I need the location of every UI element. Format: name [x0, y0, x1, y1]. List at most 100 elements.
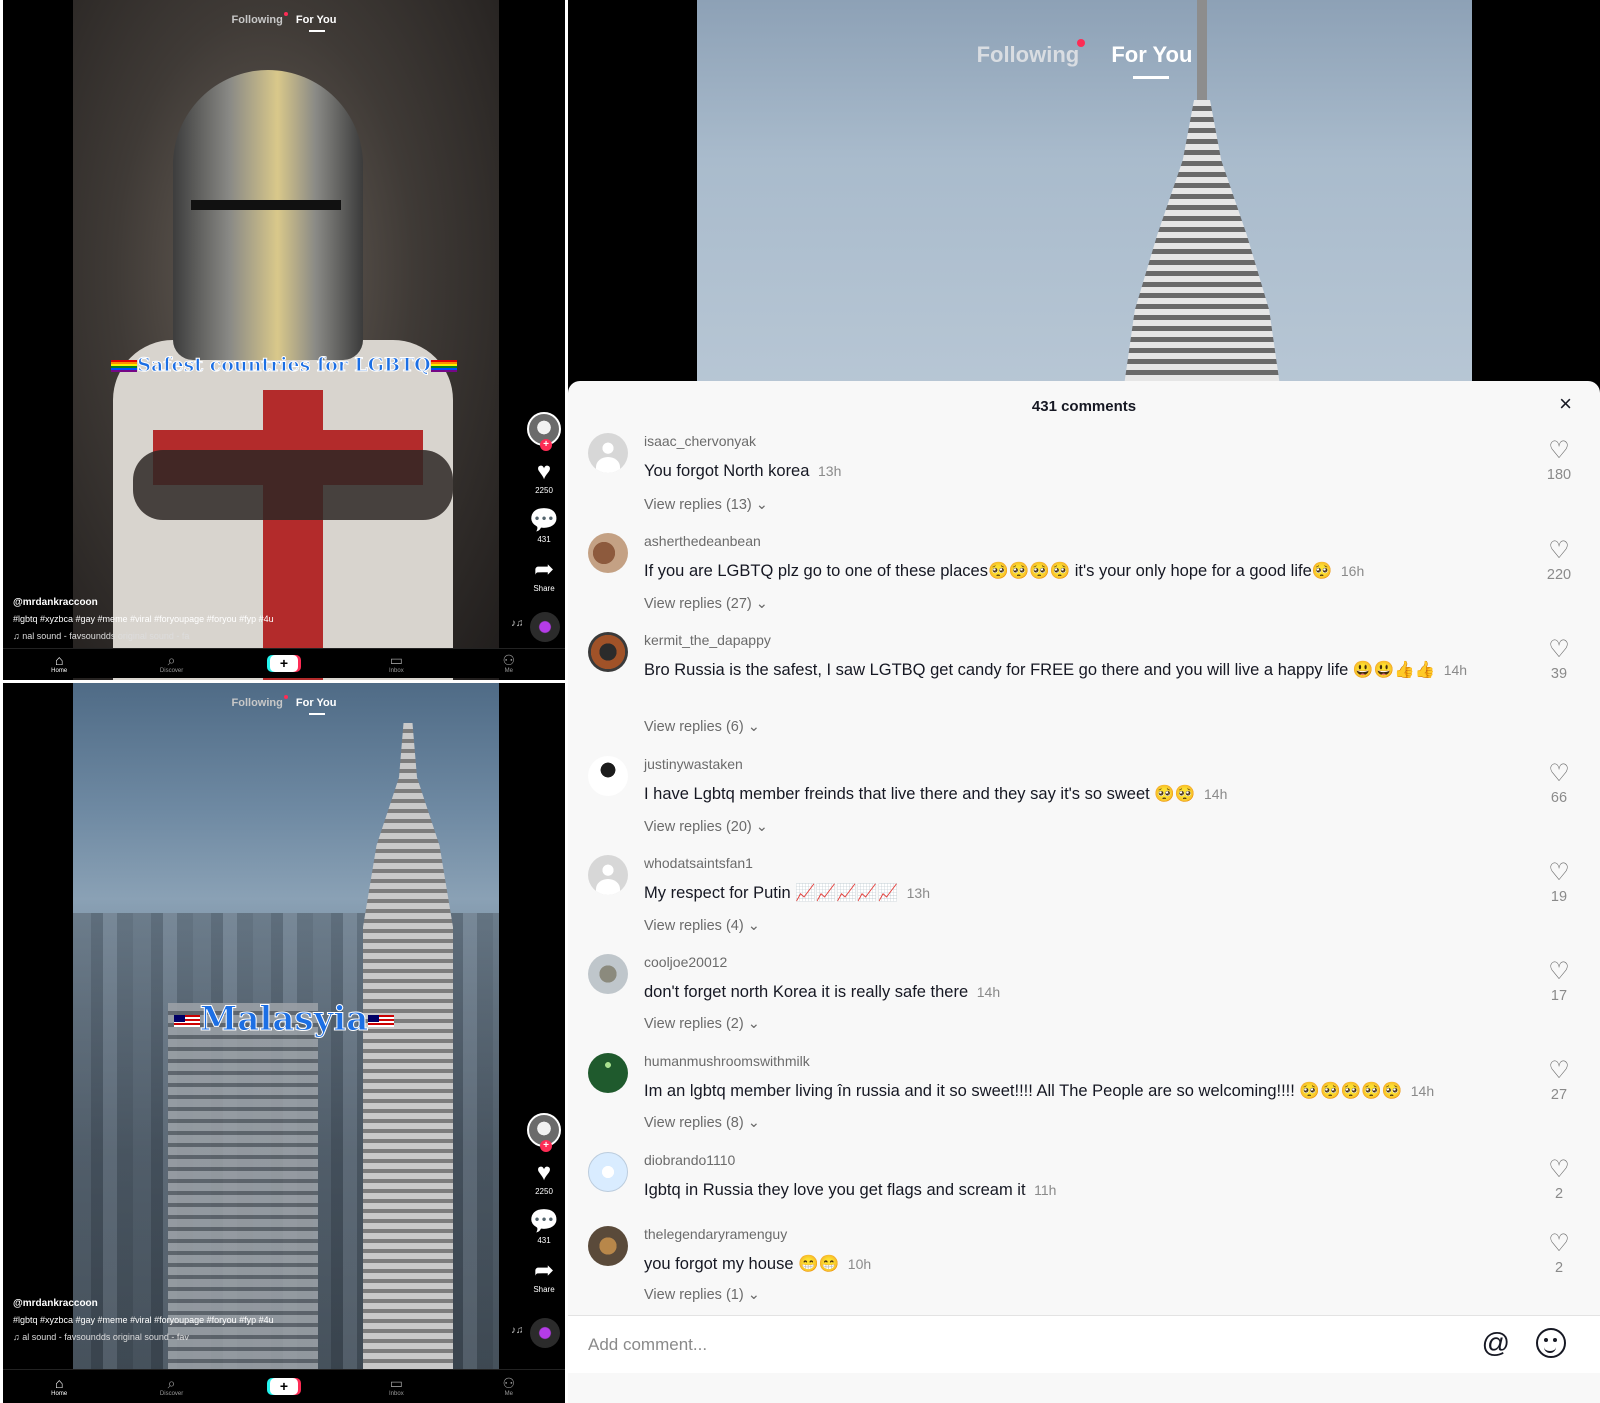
like-action[interactable]: ♥ 2250 [526, 1161, 562, 1197]
comment-icon[interactable]: 💬 [526, 509, 562, 533]
feed-tabs: Following For You [3, 14, 565, 26]
comment-username[interactable]: cooljoe20012 [644, 954, 727, 970]
comment-like: ♡ 17 [1544, 960, 1574, 1005]
heart-icon[interactable]: ♡ [1544, 1232, 1574, 1256]
follow-plus-icon[interactable]: + [540, 1140, 552, 1152]
music-notes-icon: ♪♫ [511, 1325, 524, 1336]
heart-icon[interactable]: ♡ [1544, 539, 1574, 563]
creator-avatar[interactable]: + [527, 412, 561, 451]
nav-home[interactable]: ⌂ Home [19, 653, 99, 675]
avatar[interactable] [588, 533, 628, 573]
creator-avatar[interactable]: + [527, 1113, 561, 1152]
comment-text: Igbtq in Russia they love you get flags … [644, 1178, 1524, 1202]
heart-icon[interactable]: ♡ [1544, 1158, 1574, 1182]
sound-disc-icon[interactable] [530, 1318, 560, 1348]
view-replies-button[interactable]: View replies (20) ⌄ [644, 819, 768, 835]
nav-create[interactable]: + [244, 655, 324, 672]
avatar[interactable] [588, 1226, 628, 1266]
nav-discover[interactable]: ⌕ Discover [132, 1376, 212, 1398]
comment-action[interactable]: 💬 431 [526, 1210, 562, 1246]
share-icon[interactable]: ➦ [526, 558, 562, 582]
like-action[interactable]: ♥ 2250 [526, 460, 562, 496]
view-replies-button[interactable]: View replies (27) ⌄ [644, 596, 768, 612]
feed-tabs: Following For You [3, 697, 565, 709]
avatar[interactable] [588, 433, 628, 473]
avatar[interactable] [588, 855, 628, 895]
comment-text: You forgot North korea 13h [644, 459, 1524, 483]
sound-ticker[interactable]: ♫ al sound - favsoundds original sound -… [13, 1329, 274, 1346]
comment-like-count: 27 [1550, 1087, 1568, 1103]
heart-icon[interactable]: ♥ [526, 1161, 562, 1185]
comment-username[interactable]: isaac_chervonyak [644, 433, 756, 449]
create-button[interactable]: + [269, 1378, 298, 1395]
crossed-arms [133, 450, 453, 520]
share-action[interactable]: ➦ Share [526, 1259, 562, 1295]
create-button[interactable]: + [269, 655, 298, 672]
comment-like: ♡ 2 [1544, 1158, 1574, 1203]
nav-home[interactable]: ⌂ Home [19, 1376, 99, 1398]
view-replies-button[interactable]: View replies (8) ⌄ [644, 1115, 760, 1131]
heart-icon[interactable]: ♡ [1544, 861, 1574, 885]
at-icon[interactable]: @ [1482, 1328, 1510, 1358]
comment-icon[interactable]: 💬 [526, 1210, 562, 1234]
share-action[interactable]: ➦ Share [526, 558, 562, 594]
avatar[interactable] [588, 756, 628, 796]
view-replies-button[interactable]: View replies (4) ⌄ [644, 918, 760, 934]
add-comment-input[interactable] [588, 1332, 1448, 1358]
creator-username[interactable]: @mrdankraccoon [13, 594, 274, 611]
tab-following[interactable]: Following [232, 14, 283, 26]
video-hashtags[interactable]: #lgbtq #xyzbca #gay #meme #viral #foryou… [13, 1312, 274, 1329]
comment-username[interactable]: whodatsaintsfan1 [644, 855, 753, 871]
comment-action[interactable]: 💬 431 [526, 509, 562, 545]
video-knight[interactable] [73, 0, 499, 680]
heart-icon[interactable]: ♡ [1544, 638, 1574, 662]
tab-following[interactable]: Following [977, 42, 1080, 67]
close-icon[interactable]: × [1559, 393, 1572, 415]
comment-count: 431 [537, 1236, 551, 1245]
view-replies-button[interactable]: View replies (6) ⌄ [644, 719, 760, 735]
view-replies-button[interactable]: View replies (2) ⌄ [644, 1016, 760, 1032]
tab-for-you[interactable]: For You [1111, 42, 1192, 67]
video-caption: Safest countries for LGBTQ [3, 354, 565, 377]
follow-plus-icon[interactable]: + [540, 439, 552, 451]
sound-disc-icon[interactable] [530, 612, 560, 642]
comment-username[interactable]: thelegendaryramenguy [644, 1226, 787, 1242]
nav-me[interactable]: ⚇ Me [469, 653, 549, 675]
nav-discover[interactable]: ⌕ Discover [132, 653, 212, 675]
heart-icon[interactable]: ♥ [526, 460, 562, 484]
avatar[interactable] [588, 1053, 628, 1093]
share-icon[interactable]: ➦ [526, 1259, 562, 1283]
tab-for-you[interactable]: For You [296, 14, 337, 26]
comment-text: you forgot my house 😁😁 10h [644, 1252, 1524, 1276]
comment-body: My respect for Putin 📈📈📈📈📈 [644, 884, 899, 902]
nav-inbox[interactable]: ▭ Inbox [356, 1376, 436, 1398]
video-hashtags[interactable]: #lgbtq #xyzbca #gay #meme #viral #foryou… [13, 611, 274, 628]
sound-ticker[interactable]: ♫ nal sound - favsoundds original sound … [13, 628, 274, 645]
avatar[interactable] [588, 632, 628, 672]
emoji-icon[interactable] [1536, 1328, 1566, 1358]
heart-icon[interactable]: ♡ [1544, 762, 1574, 786]
comment-body: you forgot my house 😁😁 [644, 1255, 840, 1273]
comment-body: Igbtq in Russia they love you get flags … [644, 1181, 1026, 1199]
heart-icon[interactable]: ♡ [1544, 439, 1574, 463]
comment-username[interactable]: kermit_the_dapappy [644, 632, 771, 648]
comment-username[interactable]: diobrando1110 [644, 1152, 735, 1168]
nav-inbox[interactable]: ▭ Inbox [356, 653, 436, 675]
comment-username[interactable]: humanmushroomswithmilk [644, 1053, 810, 1069]
creator-username[interactable]: @mrdankraccoon [13, 1295, 274, 1312]
avatar[interactable] [588, 1152, 628, 1192]
comment-username[interactable]: justinywastaken [644, 756, 743, 772]
nav-create[interactable]: + [244, 1378, 324, 1395]
heart-icon[interactable]: ♡ [1544, 960, 1574, 984]
tab-for-you[interactable]: For You [296, 697, 337, 709]
comment-time: 14h [976, 984, 1001, 1000]
comment-like-count: 220 [1546, 567, 1572, 583]
avatar[interactable] [588, 954, 628, 994]
nav-me[interactable]: ⚇ Me [469, 1376, 549, 1398]
comment-body: don't forget north Korea it is really sa… [644, 983, 969, 1001]
tab-following[interactable]: Following [232, 697, 283, 709]
view-replies-button[interactable]: View replies (1) ⌄ [644, 1287, 760, 1303]
comment-username[interactable]: asherthedeanbean [644, 533, 761, 549]
heart-icon[interactable]: ♡ [1544, 1059, 1574, 1083]
view-replies-button[interactable]: View replies (13) ⌄ [644, 497, 768, 513]
